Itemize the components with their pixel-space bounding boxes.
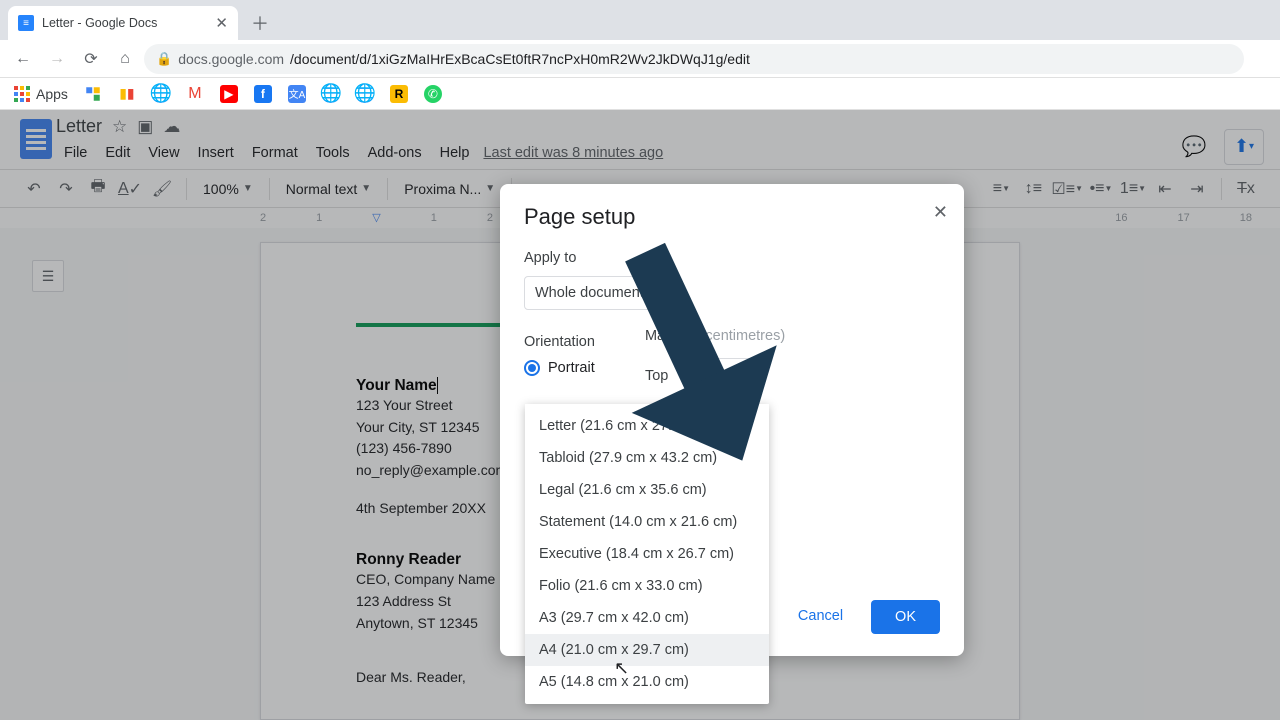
apply-to-label: Apply to xyxy=(524,250,940,266)
ok-button[interactable]: OK xyxy=(871,600,940,634)
paper-size-option-legal[interactable]: Legal (21.6 cm x 35.6 cm) xyxy=(525,474,769,506)
apps-launcher[interactable]: Apps xyxy=(14,86,68,102)
margin-top-input[interactable]: 1.27 xyxy=(713,358,763,394)
bookmark-icon-1[interactable] xyxy=(84,85,102,103)
gmail-icon[interactable]: M xyxy=(186,85,204,103)
apply-to-select[interactable]: Whole document▼ xyxy=(524,276,671,310)
paper-size-option-folio[interactable]: Folio (21.6 cm x 33.0 cm) xyxy=(525,570,769,602)
paper-size-dropdown: Letter (21.6 cm x 27.9 cm) Tabloid (27.9… xyxy=(525,404,769,704)
bookmark-icon-r[interactable]: R xyxy=(390,85,408,103)
close-icon[interactable]: ✕ xyxy=(215,14,228,32)
cancel-button[interactable]: Cancel xyxy=(786,600,855,634)
facebook-icon[interactable]: f xyxy=(254,85,272,103)
browser-address-bar: ← → ⟳ ⌂ 🔒 docs.google.com/document/d/1xi… xyxy=(0,40,1280,78)
url-path: /document/d/1xiGzMaIHrExBcaCsEt0ftR7ncPx… xyxy=(290,51,750,67)
paper-size-option-a5[interactable]: A5 (14.8 cm x 21.0 cm) xyxy=(525,666,769,698)
paper-size-option-letter[interactable]: Letter (21.6 cm x 27.9 cm) xyxy=(525,410,769,442)
whatsapp-icon[interactable]: ✆ xyxy=(424,85,442,103)
bookmarks-bar: Apps ▮▮ 🌐 M ▶ f 文A 🌐 🌐 R ✆ xyxy=(0,78,1280,110)
globe-icon[interactable]: 🌐 xyxy=(152,85,170,103)
close-icon[interactable]: ✕ xyxy=(933,202,948,223)
apps-grid-icon xyxy=(14,86,30,102)
reload-icon[interactable]: ⟳ xyxy=(76,44,106,74)
portrait-radio[interactable]: Portrait xyxy=(524,360,595,376)
tab-title: Letter - Google Docs xyxy=(42,16,157,30)
dialog-title: Page setup xyxy=(524,204,940,230)
youtube-icon[interactable]: ▶ xyxy=(220,85,238,103)
paper-size-option-executive[interactable]: Executive (18.4 cm x 26.7 cm) xyxy=(525,538,769,570)
home-icon[interactable]: ⌂ xyxy=(110,44,140,74)
bookmark-icon-2[interactable]: ▮▮ xyxy=(118,85,136,103)
globe-icon-2[interactable]: 🌐 xyxy=(322,85,340,103)
paper-size-option-a4[interactable]: A4 (21.0 cm x 29.7 cm) xyxy=(525,634,769,666)
browser-tab-strip: ≡ Letter - Google Docs ✕ ＋ xyxy=(0,0,1280,40)
margin-top-row: Top 1.27 xyxy=(645,358,785,394)
url-host: docs.google.com xyxy=(178,51,284,67)
forward-icon[interactable]: → xyxy=(42,44,72,74)
browser-tab-active[interactable]: ≡ Letter - Google Docs ✕ xyxy=(8,6,238,40)
new-tab-button[interactable]: ＋ xyxy=(246,9,274,37)
translate-icon[interactable]: 文A xyxy=(288,85,306,103)
paper-size-option-tabloid[interactable]: Tabloid (27.9 cm x 43.2 cm) xyxy=(525,442,769,474)
lock-icon: 🔒 xyxy=(156,51,172,67)
paper-size-option-a3[interactable]: A3 (29.7 cm x 42.0 cm) xyxy=(525,602,769,634)
url-field[interactable]: 🔒 docs.google.com/document/d/1xiGzMaIHrE… xyxy=(144,44,1244,74)
docs-favicon: ≡ xyxy=(18,15,34,31)
globe-icon-3[interactable]: 🌐 xyxy=(356,85,374,103)
paper-size-option-statement[interactable]: Statement (14.0 cm x 21.6 cm) xyxy=(525,506,769,538)
orientation-label: Orientation xyxy=(524,334,595,350)
margins-label: Margins (centimetres) xyxy=(645,328,785,344)
back-icon[interactable]: ← xyxy=(8,44,38,74)
